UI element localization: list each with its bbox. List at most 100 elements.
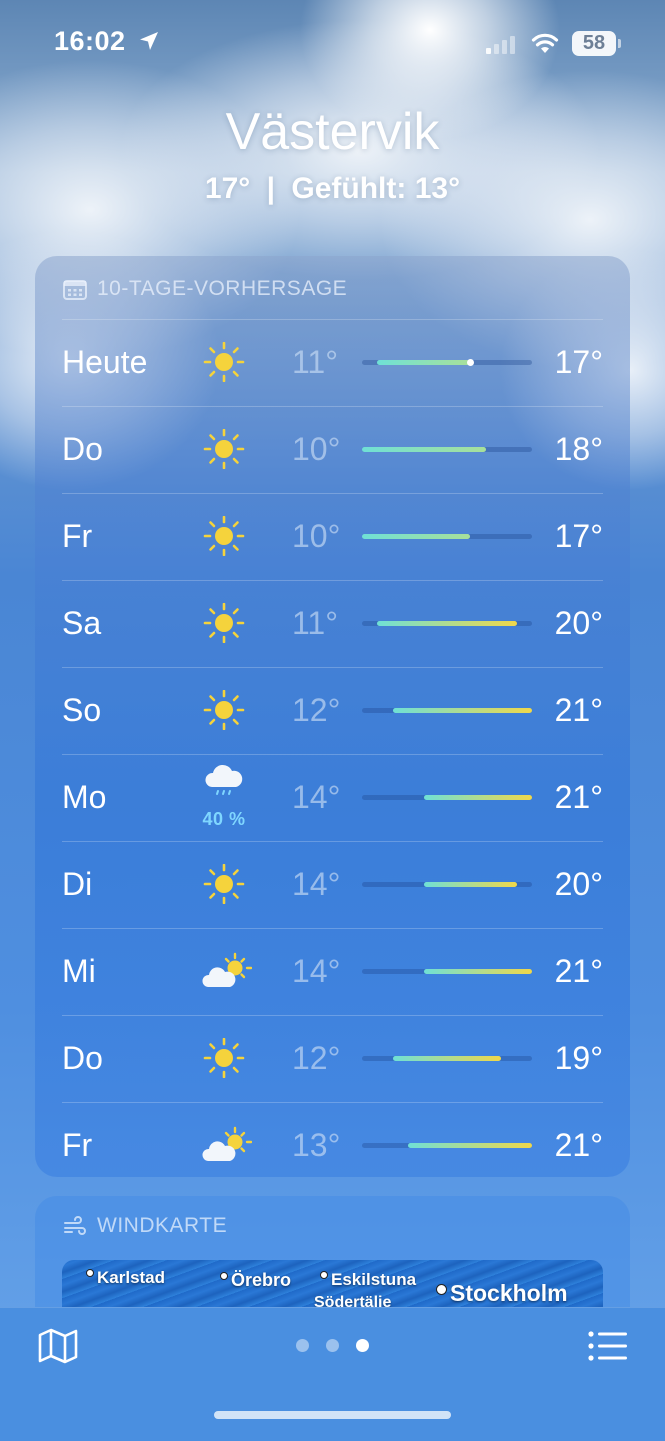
- forecast-row[interactable]: So 12° 21°: [62, 668, 603, 755]
- temperature-range-fill: [377, 360, 471, 365]
- temperature-range-bar: [362, 447, 532, 452]
- home-indicator: [214, 1411, 451, 1419]
- temperature-range-bar: [362, 1056, 532, 1061]
- forecast-day: So: [62, 692, 102, 728]
- forecast-high: 20°: [554, 605, 603, 641]
- wifi-icon: [531, 33, 559, 53]
- forecast-row[interactable]: Fr 13° 21°: [62, 1103, 603, 1189]
- temperature-range-bar: [362, 969, 532, 974]
- battery-cap: [618, 39, 621, 48]
- forecast-day: Do: [62, 1040, 103, 1076]
- forecast-day: Sa: [62, 605, 102, 641]
- partly-cloudy-icon: [202, 951, 253, 991]
- temperature-range-fill: [423, 795, 532, 800]
- temperature-range-bar: [362, 882, 532, 887]
- forecast-low: 11°: [292, 344, 339, 380]
- forecast-high: 21°: [554, 1127, 603, 1163]
- temperature-range-bar: [362, 1143, 532, 1148]
- location-arrow-icon: [140, 32, 158, 50]
- forecast-low: 10°: [292, 431, 341, 467]
- forecast-high: 21°: [554, 953, 603, 989]
- wind-map-title: WINDKARTE: [97, 1214, 228, 1237]
- list-icon[interactable]: [588, 1330, 628, 1362]
- temperature-range-bar: [362, 708, 532, 713]
- forecast-row[interactable]: Mo 40 % 14° 21°: [62, 755, 603, 842]
- temperature-range-fill: [423, 969, 532, 974]
- sun-icon: [202, 515, 246, 557]
- forecast-low: 12°: [292, 1040, 341, 1076]
- battery-indicator: 58: [572, 31, 616, 56]
- temperature-range-fill: [362, 447, 486, 452]
- sun-icon: [202, 689, 246, 731]
- page-dot[interactable]: [326, 1339, 339, 1352]
- map-label-stockholm: Stockholm: [436, 1280, 568, 1307]
- forecast-high: 18°: [554, 431, 603, 467]
- forecast-day: Heute: [62, 344, 148, 380]
- forecast-row[interactable]: Mi 14° 21°: [62, 929, 603, 1016]
- forecast-low: 14°: [292, 866, 341, 902]
- cloud-rain-icon: [202, 763, 246, 803]
- forecast-high: 17°: [554, 344, 603, 380]
- forecast-row[interactable]: Do 12° 19°: [62, 1016, 603, 1103]
- temperature-range-fill: [392, 708, 532, 713]
- current-temp: 17°: [204, 172, 251, 205]
- partly-cloudy-icon: [202, 1125, 253, 1165]
- forecast-list: Heute 11° 17° Do 10° 18° Fr 10° 17° Sa 11° 20° So 12°…: [62, 320, 603, 1189]
- sun-icon: [202, 428, 246, 470]
- forecast-day: Fr: [62, 1127, 93, 1163]
- sun-icon: [202, 341, 246, 383]
- temperature-range-fill: [377, 621, 517, 626]
- forecast-day: Di: [62, 866, 93, 902]
- temperature-range-bar: [362, 621, 532, 626]
- current-conditions: 17° | Gefühlt: 13°: [0, 172, 665, 206]
- wind-icon: [64, 1216, 86, 1235]
- forecast-row[interactable]: Sa 11° 20°: [62, 581, 603, 668]
- forecast-high: 19°: [554, 1040, 603, 1076]
- temperature-range-fill: [362, 534, 471, 539]
- temperature-range-fill: [392, 1056, 502, 1061]
- calendar-icon: [63, 280, 87, 300]
- forecast-high: 17°: [554, 518, 603, 554]
- map-label-orebro: Örebro: [220, 1270, 291, 1291]
- precipitation-chance: 40 %: [202, 809, 246, 829]
- temperature-range-bar: [362, 795, 532, 800]
- map-label-karlstad: Karlstad: [86, 1268, 165, 1288]
- sun-icon: [202, 863, 246, 905]
- forecast-day: Fr: [62, 518, 93, 554]
- cellular-signal-icon: [486, 36, 515, 54]
- current-temp-marker: [466, 359, 474, 366]
- forecast-day: Do: [62, 431, 103, 467]
- wind-map-header: WINDKARTE: [63, 1214, 227, 1238]
- sun-icon: [202, 1037, 246, 1079]
- temperature-range-fill: [408, 1143, 532, 1148]
- forecast-high: 21°: [554, 692, 603, 728]
- forecast-low: 10°: [292, 518, 341, 554]
- forecast-high: 21°: [554, 779, 603, 815]
- forecast-low: 14°: [292, 953, 341, 989]
- feels-like: Gefühlt: 13°: [291, 172, 461, 205]
- map-icon[interactable]: [38, 1328, 78, 1364]
- page-dot[interactable]: [356, 1339, 369, 1352]
- temperature-range-bar: [362, 534, 532, 539]
- map-label-eskilstuna: Eskilstuna: [320, 1270, 416, 1290]
- forecast-row[interactable]: Do 10° 18°: [62, 407, 603, 494]
- forecast-card[interactable]: 10-TAGE-VORHERSAGE Heute 11° 17° Do 10° 18° Fr…: [35, 256, 630, 1177]
- temperature-range-bar: [362, 359, 532, 366]
- forecast-row[interactable]: Heute 11° 17°: [62, 320, 603, 407]
- page-dot[interactable]: [296, 1339, 309, 1352]
- forecast-title: 10-TAGE-VORHERSAGE: [97, 277, 348, 300]
- sun-icon: [202, 602, 246, 644]
- forecast-row[interactable]: Di 14° 20°: [62, 842, 603, 929]
- forecast-low: 11°: [292, 605, 339, 641]
- forecast-day: Mi: [62, 953, 96, 989]
- forecast-row[interactable]: Fr 10° 17°: [62, 494, 603, 581]
- temperature-range-fill: [423, 882, 517, 887]
- forecast-low: 14°: [292, 779, 341, 815]
- forecast-low: 12°: [292, 692, 341, 728]
- city-name: Västervik: [225, 103, 440, 161]
- forecast-high: 20°: [554, 866, 603, 902]
- forecast-card-header: 10-TAGE-VORHERSAGE: [63, 274, 347, 304]
- conditions-separator: |: [266, 172, 276, 205]
- forecast-low: 13°: [292, 1127, 341, 1163]
- page-indicator[interactable]: [296, 1339, 369, 1352]
